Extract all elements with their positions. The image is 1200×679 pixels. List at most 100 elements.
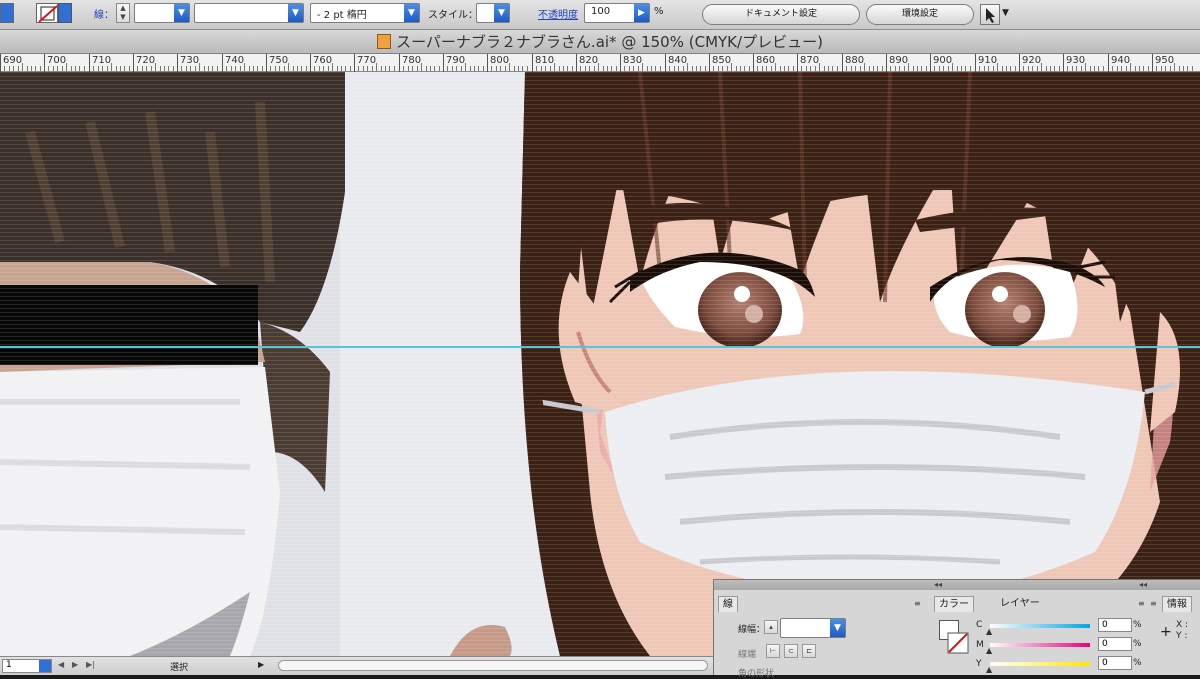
ruler-minor-tick <box>168 66 169 71</box>
next-artboard-icon[interactable]: ▶ <box>72 660 78 669</box>
collapse-panel-icon[interactable]: ◂◂ <box>1139 580 1147 589</box>
ruler-minor-tick <box>638 66 639 71</box>
ruler-minor-tick <box>204 66 205 71</box>
ruler-minor-tick <box>270 66 271 71</box>
preferences-button[interactable]: 環境設定 <box>866 4 974 25</box>
ruler-minor-tick <box>465 63 466 71</box>
horizontal-ruler[interactable]: 690 700 710 720 730 740 750 760 770 780 790 800 810 8… <box>0 54 1200 72</box>
cyan-value-input[interactable]: 0 <box>1098 618 1132 632</box>
panel-stroke-weight-select[interactable]: ▼ <box>780 618 846 638</box>
artboard-navigation-select[interactable]: 1 <box>2 659 52 673</box>
panel-menu-icon[interactable]: ≡ <box>1138 599 1145 608</box>
ruler-minor-tick <box>669 66 670 71</box>
ruler-minor-tick <box>696 66 697 71</box>
ruler-tick <box>1108 54 1109 72</box>
tab-stroke[interactable]: 線 <box>718 596 738 612</box>
ruler-minor-tick <box>536 66 537 71</box>
graphic-style-select[interactable]: ▼ <box>476 3 510 23</box>
ruler-minor-tick <box>647 66 648 71</box>
ruler-minor-tick <box>509 63 510 71</box>
ruler-minor-tick <box>40 66 41 71</box>
stroke-weight-stepper[interactable]: ▴ <box>764 620 778 634</box>
ruler-label: 840 <box>668 55 688 66</box>
ruler-label: 760 <box>313 55 333 66</box>
info-menu-icon[interactable]: ≡ <box>1150 599 1157 608</box>
magenta-value-input[interactable]: 0 <box>1098 637 1132 651</box>
previous-artboard-icon[interactable]: ◀ <box>58 660 64 669</box>
cyan-slider-thumb[interactable]: ▲ <box>986 627 992 636</box>
ruler-minor-tick <box>607 66 608 71</box>
chevron-down-icon <box>39 660 51 672</box>
ruler-minor-tick <box>984 66 985 71</box>
ruler-label: 950 <box>1155 55 1175 66</box>
document-setup-button[interactable]: ドキュメント設定 <box>702 4 860 25</box>
ruler-label: 930 <box>1066 55 1086 66</box>
chevron-down-icon[interactable]: ▼ <box>1002 8 1009 18</box>
yellow-slider[interactable] <box>990 662 1090 666</box>
ruler-minor-tick <box>522 66 523 71</box>
brush-select[interactable]: ▼ <box>194 3 304 23</box>
ruler-minor-tick <box>208 66 209 71</box>
ruler-tick <box>842 54 843 72</box>
ruler-minor-tick <box>713 66 714 71</box>
tab-layers[interactable]: レイヤー <box>996 596 1044 612</box>
collapse-panel-icon[interactable]: ◂◂ <box>934 580 942 589</box>
ruler-minor-tick <box>655 66 656 71</box>
last-artboard-icon[interactable]: ▶| <box>86 660 95 669</box>
stroke-label: 線： <box>94 10 114 21</box>
ruler-minor-tick <box>749 66 750 71</box>
stroke-weight-select[interactable]: ▼ <box>134 3 190 23</box>
ruler-minor-tick <box>31 66 32 71</box>
fill-stroke-indicator[interactable] <box>939 620 969 654</box>
ruler-minor-tick <box>970 66 971 71</box>
yellow-slider-thumb[interactable]: ▲ <box>986 665 992 674</box>
ruler-minor-tick <box>1126 66 1127 71</box>
stroke-weight-label: 線幅： <box>738 625 766 635</box>
variable-width-profile-select[interactable]: - 2 pt 楕円 ▼ <box>310 3 420 23</box>
document-title: スーパーナブラ２ナブラさん.ai* @ 150% (CMYK/プレビュー) <box>396 33 823 51</box>
cyan-label: C <box>976 620 983 630</box>
ruler-minor-tick <box>775 63 776 71</box>
ruler-minor-tick <box>762 66 763 71</box>
horizontal-scrollbar[interactable] <box>278 660 708 671</box>
arrange-documents-button[interactable] <box>980 4 1000 25</box>
magenta-slider[interactable] <box>990 643 1090 647</box>
ruler-tick <box>44 54 45 72</box>
ruler-minor-tick <box>815 66 816 71</box>
tab-color[interactable]: カラー <box>934 596 974 612</box>
ruler-minor-tick <box>341 66 342 71</box>
status-menu-arrow-icon[interactable]: ▶ <box>258 660 264 669</box>
ruler-minor-tick <box>899 66 900 71</box>
ruler-minor-tick <box>1041 63 1042 71</box>
ruler-minor-tick <box>660 66 661 71</box>
ruler-label: 750 <box>269 55 289 66</box>
opacity-select[interactable]: 100 ▶ <box>584 3 650 23</box>
artboard-number: 1 <box>6 660 12 670</box>
butt-cap-button[interactable]: ⊢ <box>766 644 780 658</box>
stroke-swatch[interactable] <box>36 3 58 23</box>
panel-menu-icon[interactable]: ≡ <box>914 599 921 608</box>
panel-drag-bar[interactable] <box>714 580 1200 590</box>
artboard-canvas[interactable] <box>0 72 1200 656</box>
ruler-minor-tick <box>757 66 758 71</box>
ruler-minor-tick <box>718 66 719 71</box>
yellow-value-input[interactable]: 0 <box>1098 656 1132 670</box>
ai-document-icon <box>377 34 392 49</box>
ruler-label: 870 <box>800 55 820 66</box>
chevron-down-icon: ▼ <box>494 4 509 22</box>
ruler-minor-tick <box>784 66 785 71</box>
fill-swatch[interactable] <box>0 3 14 23</box>
ruler-minor-tick <box>514 66 515 71</box>
ruler-minor-tick <box>129 66 130 71</box>
stroke-swatch-arrow[interactable] <box>58 3 72 23</box>
round-cap-button[interactable]: ⊂ <box>784 644 798 658</box>
cyan-slider[interactable] <box>990 624 1090 628</box>
ruler-minor-tick <box>736 66 737 71</box>
tab-info[interactable]: 情報 <box>1162 596 1192 612</box>
magenta-slider-thumb[interactable]: ▲ <box>986 646 992 655</box>
ruler-minor-tick <box>934 66 935 71</box>
projecting-cap-button[interactable]: ⊏ <box>802 644 816 658</box>
stroke-stepper[interactable]: ▲ ▼ <box>116 3 130 23</box>
opacity-label[interactable]: 不透明度 <box>538 6 578 21</box>
profile-value: - 2 pt 楕円 <box>317 10 367 21</box>
